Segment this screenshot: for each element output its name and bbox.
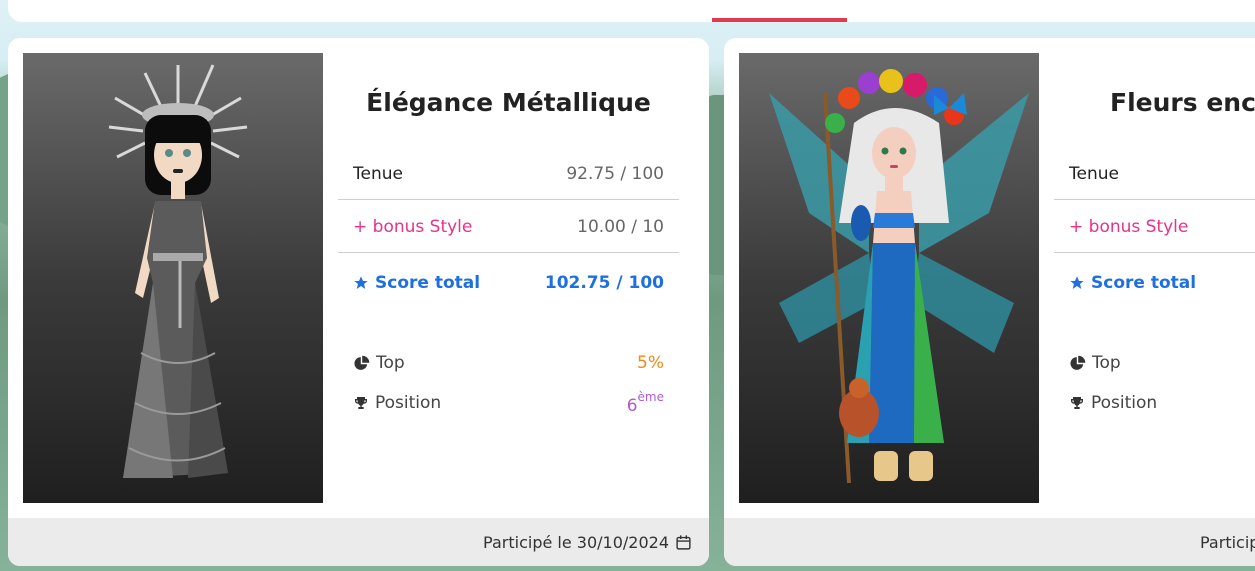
outfit-score-row: Tenue 92.75 / 100 (338, 148, 679, 200)
trophy-icon (1071, 397, 1083, 409)
position-row: Position 6ème (338, 388, 679, 418)
position-row: Position (1054, 388, 1255, 418)
total-label: Score total (1091, 273, 1197, 293)
top-label: Top (1092, 353, 1121, 373)
star-icon (354, 276, 368, 289)
contest-title: Élégance Métallique (366, 88, 651, 117)
pie-chart-icon (354, 355, 370, 370)
bonus-label: + bonus Style (1069, 216, 1189, 237)
position-suffix: ème (637, 390, 664, 404)
position-label: Position (1091, 393, 1158, 413)
bonus-score-row: + bonus Style (1054, 201, 1255, 253)
outfit-label: Tenue (353, 163, 403, 184)
position-value: 6ème (626, 390, 664, 416)
total-score-row: Score total 102.75 / 100 (338, 257, 679, 309)
top-label: Top (376, 353, 405, 373)
trophy-icon (355, 397, 367, 409)
top-percent-row: Top 5% (338, 348, 679, 378)
star-icon (1070, 276, 1084, 289)
avatar-image (23, 53, 323, 503)
participation-date: Participé le 30/10/2024 (483, 532, 669, 552)
calendar-icon (676, 534, 691, 550)
active-tab-indicator (712, 18, 847, 22)
card-footer: Participé le 30/10/2024 (8, 518, 709, 566)
bonus-score-row: + bonus Style 10.00 / 10 (338, 201, 679, 253)
participation-card[interactable]: Fleurs ench Tenue + bonus Style Score to… (724, 38, 1255, 566)
bonus-score: 10.00 / 10 (577, 216, 664, 237)
outfit-score-row: Tenue (1054, 148, 1255, 200)
total-score: 102.75 / 100 (544, 273, 664, 293)
outfit-label: Tenue (1069, 163, 1119, 184)
avatar-image (739, 53, 1039, 503)
participation-card[interactable]: Élégance Métallique Tenue 92.75 / 100 + … (8, 38, 709, 566)
position-label: Position (375, 393, 442, 413)
contest-title: Fleurs ench (1110, 88, 1255, 117)
card-footer: Particip (724, 518, 1255, 566)
top-tab-bar (8, 0, 1255, 22)
top-percent-row: Top (1054, 348, 1255, 378)
participation-date: Particip (1200, 532, 1255, 552)
total-score-row: Score total (1054, 257, 1255, 309)
top-value: 5% (637, 353, 664, 373)
outfit-score: 92.75 / 100 (566, 163, 664, 184)
pie-chart-icon (1070, 355, 1086, 370)
bonus-label: + bonus Style (353, 216, 473, 237)
total-label: Score total (375, 273, 481, 293)
